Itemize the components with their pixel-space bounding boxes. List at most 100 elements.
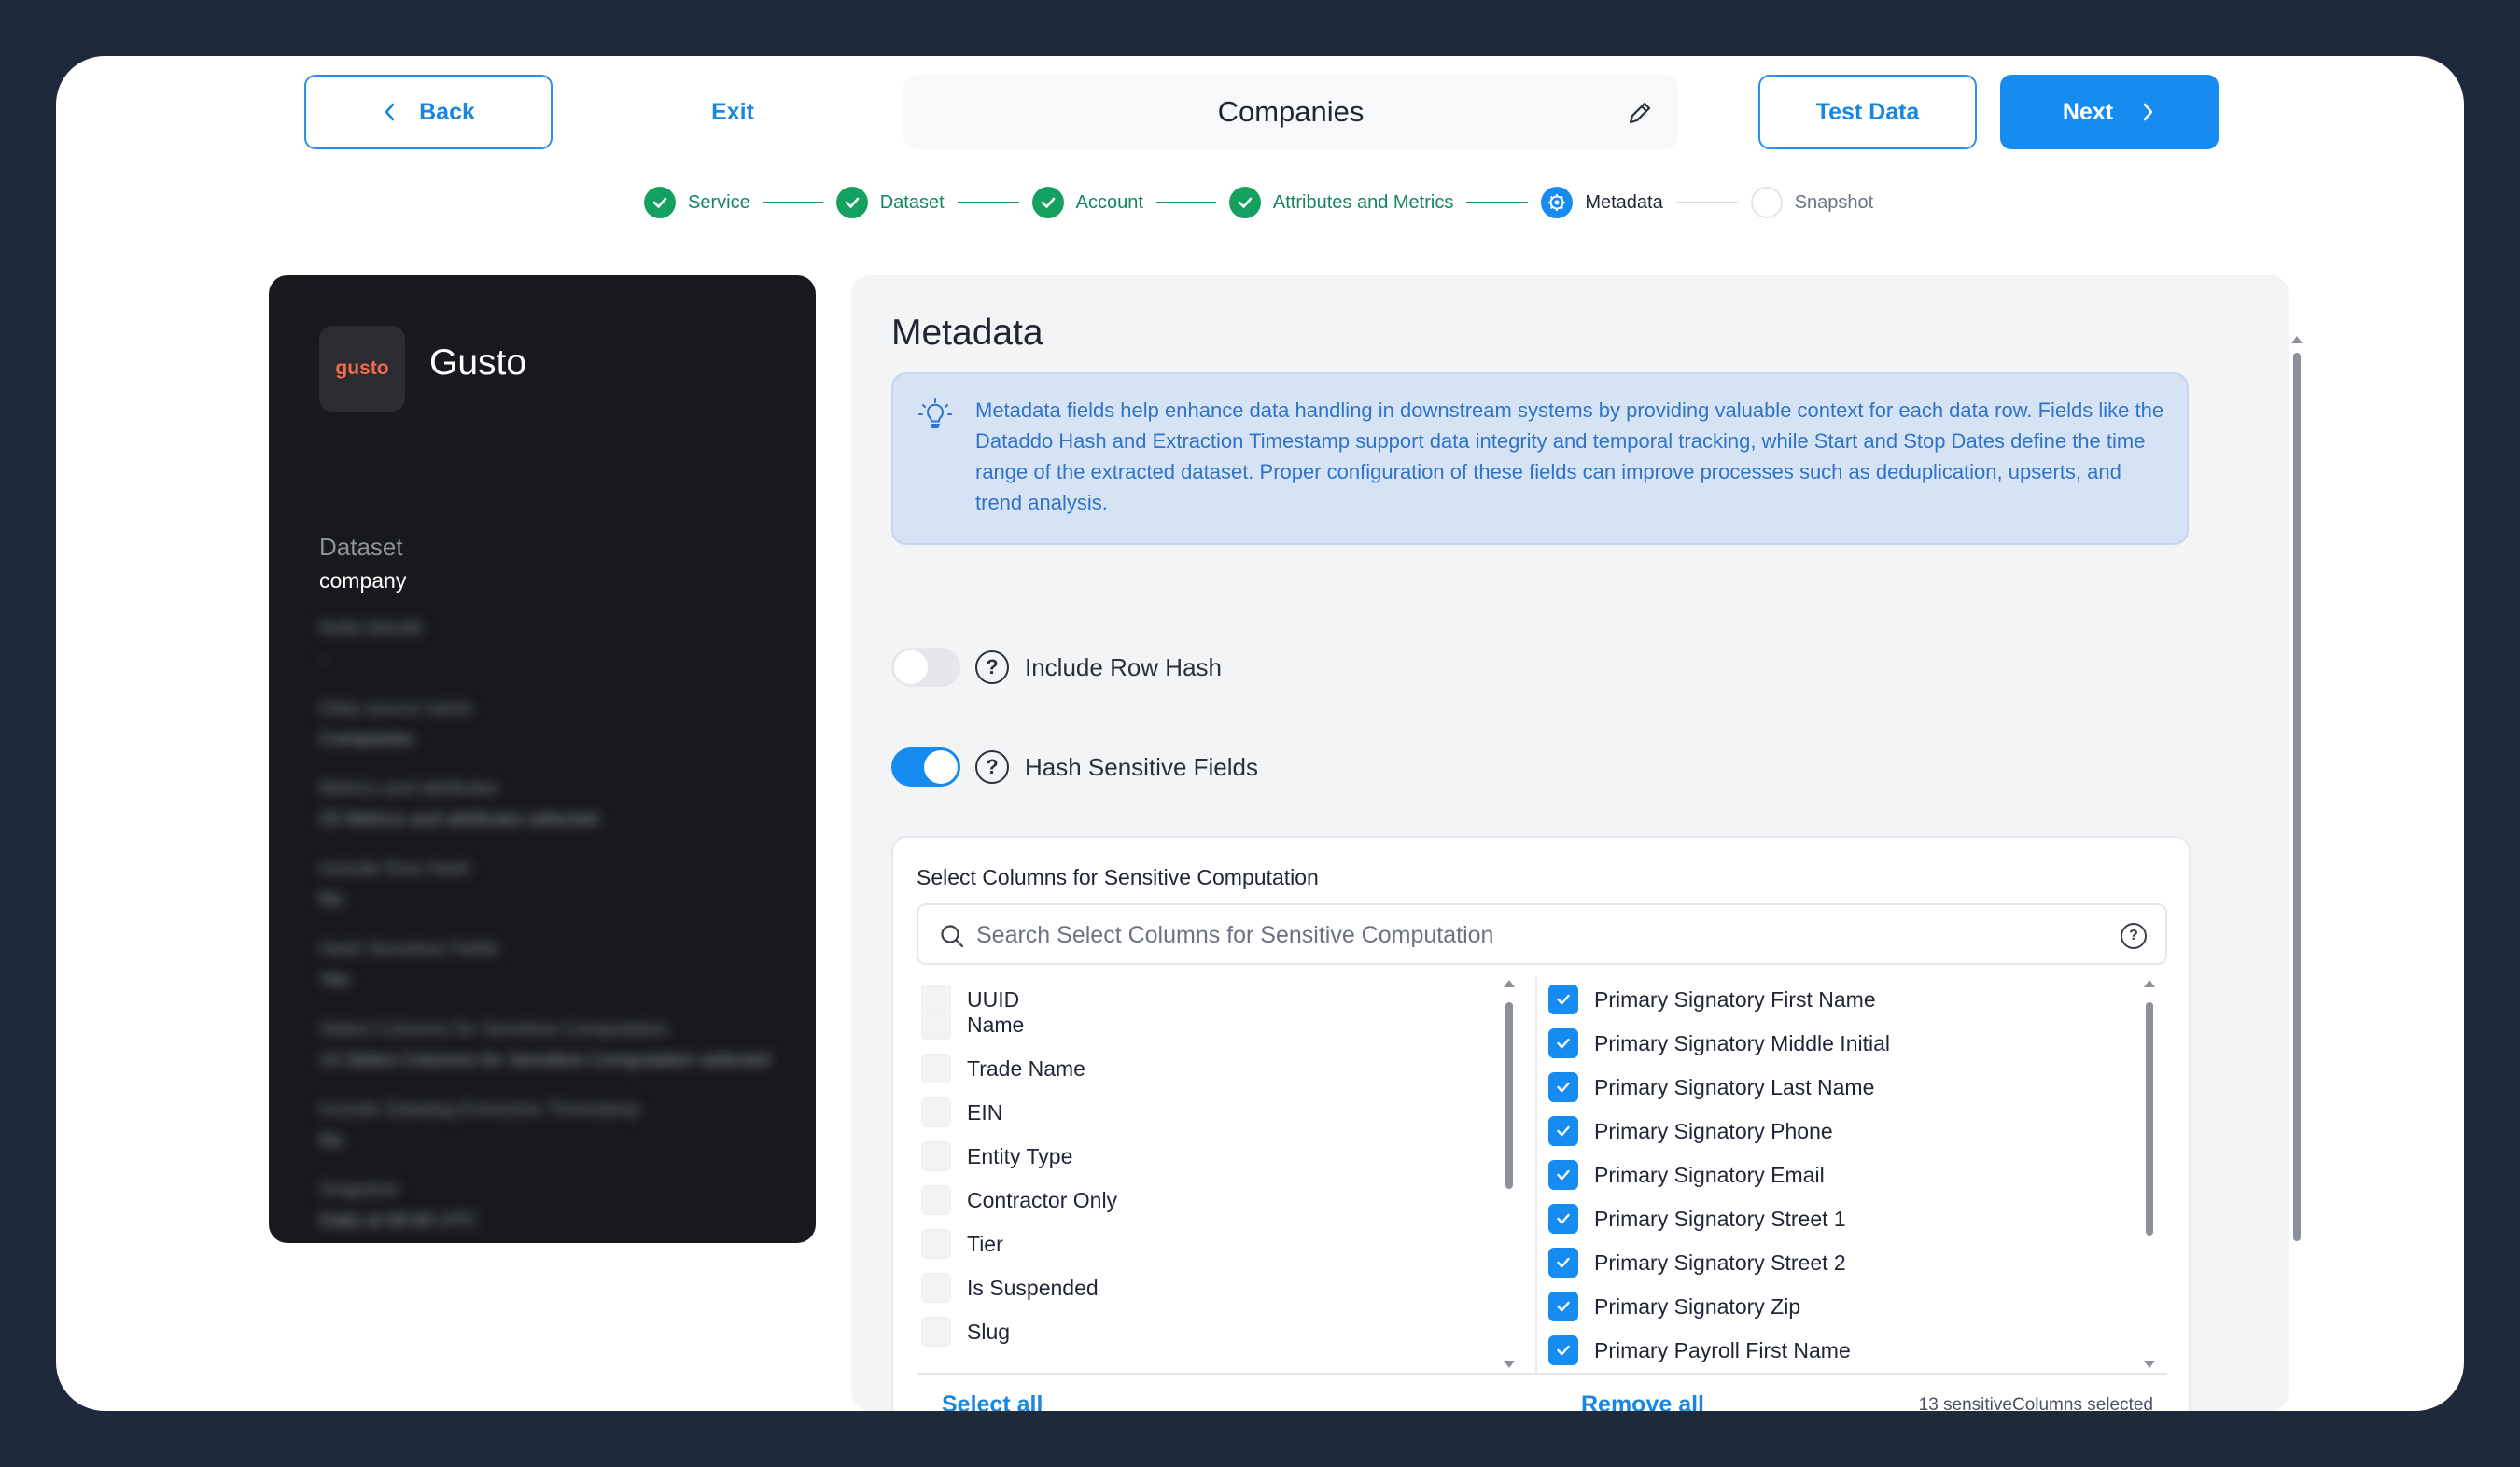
list-item[interactable]: Contractor Only: [910, 1181, 1117, 1219]
list-item[interactable]: Trade Name: [910, 1050, 1085, 1087]
column-label: EIN: [967, 1099, 1003, 1125]
available-columns-list: UUID Name Trade Name EIN Entity Type Con…: [910, 976, 1519, 1373]
checkbox-checked[interactable]: [1548, 1335, 1578, 1365]
help-icon[interactable]: ?: [975, 750, 1009, 784]
check-icon: [835, 187, 868, 218]
column-label: Primary Payroll First Name: [1594, 1337, 1851, 1362]
checkbox[interactable]: [921, 1317, 951, 1347]
checkbox[interactable]: [921, 1185, 951, 1215]
dataset-label: Dataset: [319, 533, 403, 561]
checkbox[interactable]: [921, 1097, 951, 1127]
step-label: Attributes and Metrics: [1272, 191, 1454, 213]
list-item[interactable]: Slug: [910, 1313, 1010, 1350]
list-item[interactable]: Is Suspended: [910, 1269, 1099, 1306]
selected-count: 13 sensitiveColumns selected: [1918, 1395, 2153, 1411]
selected-list-scrollbar[interactable]: [2144, 980, 2155, 1368]
test-data-label: Test Data: [1815, 98, 1920, 125]
checkbox[interactable]: [921, 1273, 951, 1303]
scroll-thumb[interactable]: [2146, 1002, 2153, 1236]
exit-button[interactable]: Exit: [653, 75, 812, 149]
list-item[interactable]: Primary Signatory Zip: [1537, 1288, 1800, 1325]
scroll-thumb[interactable]: [2293, 353, 2301, 1241]
lightbulb-icon: [918, 398, 952, 428]
back-button[interactable]: Back: [304, 75, 553, 149]
step-service[interactable]: Service: [644, 187, 750, 218]
step-label: Account: [1075, 191, 1143, 213]
column-label: Primary Signatory Last Name: [1594, 1074, 1875, 1099]
remove-all-link[interactable]: Remove all: [1581, 1391, 1704, 1411]
column-search-input[interactable]: [976, 916, 2096, 954]
check-icon: [644, 187, 676, 218]
title-field[interactable]: Companies: [903, 75, 1678, 149]
scroll-thumb[interactable]: [1505, 1002, 1513, 1189]
checkbox-checked[interactable]: [1548, 1116, 1578, 1146]
check-icon: [1228, 187, 1261, 218]
step-account[interactable]: Account: [1031, 187, 1143, 218]
list-item[interactable]: Primary Signatory First Name: [1537, 981, 1876, 1018]
include-row-hash-toggle[interactable]: [891, 648, 960, 687]
step-dataset[interactable]: Dataset: [835, 187, 945, 218]
list-item[interactable]: Primary Payroll First Name: [1537, 1332, 1851, 1369]
step-connector: [1155, 202, 1216, 203]
help-icon[interactable]: ?: [975, 650, 1009, 684]
scroll-up-arrow[interactable]: [1504, 980, 1515, 987]
scroll-down-arrow[interactable]: [2144, 1361, 2155, 1368]
blurred-label: Select Columns for Sensitive Computation: [319, 1019, 669, 1040]
test-data-button[interactable]: Test Data: [1758, 75, 1977, 149]
include-row-hash-row: ? Include Row Hash: [891, 648, 1222, 687]
blurred-label: Snapshot: [319, 1180, 399, 1200]
checkbox-checked[interactable]: [1548, 1160, 1578, 1190]
checkbox-checked[interactable]: [1548, 1204, 1578, 1234]
scroll-down-arrow[interactable]: [1504, 1361, 1515, 1368]
list-item[interactable]: Primary Signatory Last Name: [1537, 1069, 1874, 1106]
checkbox-checked[interactable]: [1548, 1248, 1578, 1278]
list-item[interactable]: Primary Signatory Street 2: [1537, 1244, 1846, 1281]
list-item[interactable]: Primary Signatory Street 1: [1537, 1200, 1846, 1237]
step-attributes-and-metrics[interactable]: Attributes and Metrics: [1228, 187, 1454, 218]
app-window: Back Exit Companies Test Data Next Servi…: [56, 56, 2464, 1411]
page-scrollbar[interactable]: [2291, 336, 2304, 1411]
select-all-link[interactable]: Select all: [942, 1391, 1043, 1411]
scroll-up-arrow[interactable]: [2144, 980, 2155, 987]
column-label: Contractor Only: [967, 1187, 1118, 1212]
list-item[interactable]: Primary Signatory Email: [1537, 1156, 1825, 1194]
metadata-panel: Metadata Metadata fields help enhance da…: [851, 275, 2289, 1411]
blurred-value: 33 Metrics and attributes selected: [319, 809, 599, 830]
checkbox-checked[interactable]: [1548, 1028, 1578, 1058]
checkbox[interactable]: [921, 1229, 951, 1259]
hash-sensitive-row: ? Hash Sensitive Fields: [891, 747, 1258, 787]
list-item[interactable]: EIN: [910, 1094, 1002, 1131]
available-list-scrollbar[interactable]: [1504, 980, 1515, 1368]
checkbox-checked[interactable]: [1548, 1072, 1578, 1102]
check-icon: [1031, 187, 1064, 218]
blurred-value: No: [319, 1130, 343, 1151]
blurred-value: Companies: [319, 729, 414, 749]
list-item[interactable]: Tier: [910, 1225, 1003, 1263]
divider: [917, 1373, 2167, 1375]
scroll-up-arrow[interactable]: [2291, 336, 2303, 343]
blurred-label: Nulla blandit: [319, 618, 423, 638]
pencil-icon[interactable]: [1626, 99, 1654, 127]
checkbox[interactable]: [921, 1010, 951, 1040]
next-button[interactable]: Next: [2000, 75, 2219, 149]
list-item[interactable]: Entity Type: [910, 1138, 1072, 1175]
checkbox[interactable]: [921, 1054, 951, 1083]
help-icon[interactable]: ?: [2121, 923, 2147, 949]
list-item[interactable]: Name: [910, 1006, 1024, 1043]
exit-label: Exit: [711, 98, 754, 125]
checkbox-checked[interactable]: [1548, 985, 1578, 1014]
checkbox-checked[interactable]: [1548, 1292, 1578, 1321]
list-item[interactable]: Primary Signatory Phone: [1537, 1112, 1833, 1150]
progress-stepper: Service Dataset Account Attributes and M…: [644, 185, 1873, 220]
step-snapshot[interactable]: Snapshot: [1750, 187, 1873, 218]
step-connector: [763, 202, 823, 203]
step-connector: [957, 202, 1019, 203]
info-text: Metadata fields help enhance data handli…: [975, 398, 2164, 514]
service-name: Gusto: [429, 342, 527, 383]
list-item[interactable]: Primary Signatory Middle Initial: [1537, 1025, 1890, 1062]
hash-sensitive-toggle[interactable]: [891, 747, 960, 787]
blurred-label: Include Row Hash: [319, 859, 471, 879]
checkbox[interactable]: [921, 1141, 951, 1171]
blurred-label: Include Datadog Extraction Timestamp: [319, 1099, 640, 1120]
step-metadata[interactable]: Metadata: [1541, 187, 1663, 218]
